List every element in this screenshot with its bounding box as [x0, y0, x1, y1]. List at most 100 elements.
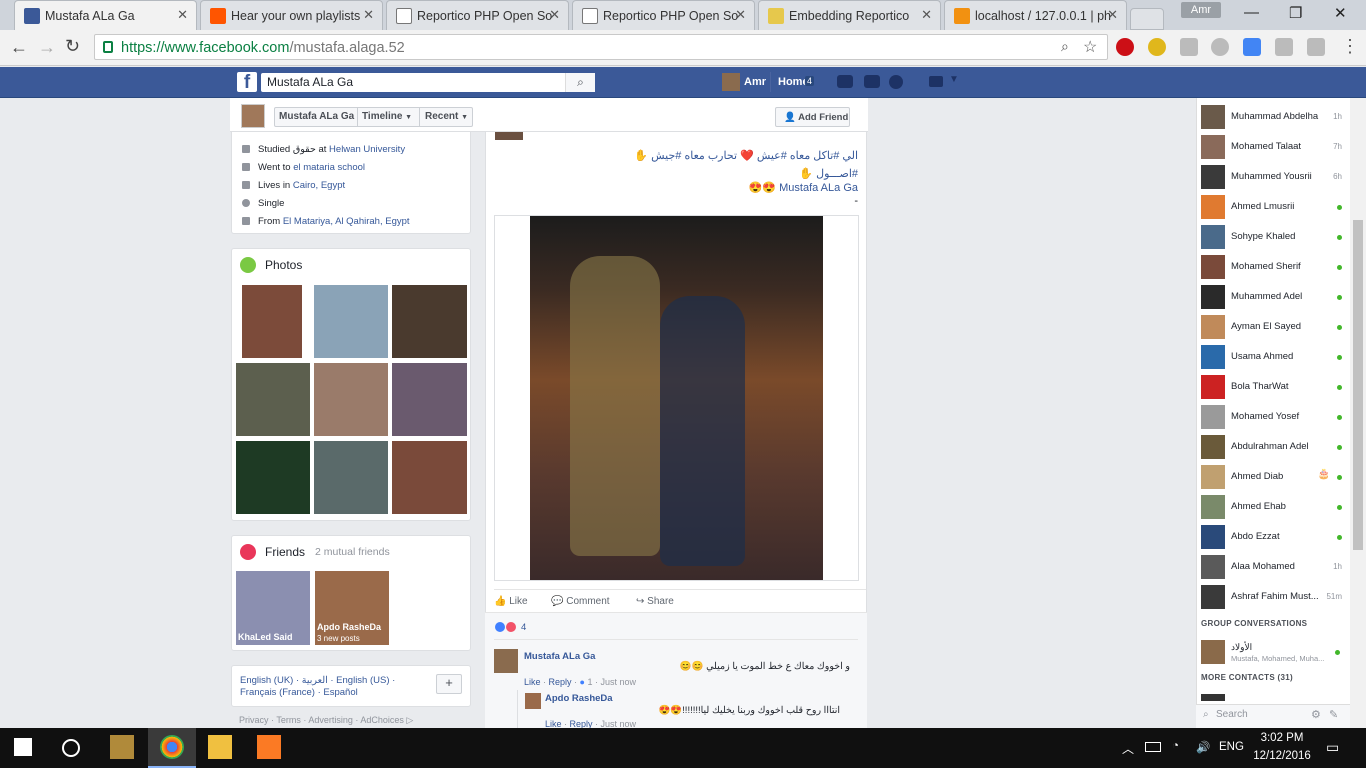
reader-icon[interactable]	[1275, 38, 1293, 56]
close-tab-icon[interactable]: ✕	[549, 7, 560, 23]
search-icon[interactable]: ⌕	[565, 73, 595, 92]
translate-icon[interactable]	[1243, 38, 1261, 56]
extension-icon[interactable]	[1148, 38, 1166, 56]
share-button[interactable]: ↪ Share	[636, 596, 674, 607]
add-friend-button[interactable]: 👤 Add Friend	[775, 107, 850, 127]
new-tab-button[interactable]	[1130, 8, 1164, 30]
language-links[interactable]: English (UK) · العربية · English (US) ·	[240, 675, 395, 686]
home-link[interactable]: Home	[778, 76, 809, 88]
zoom-search-icon[interactable]: ⌕	[1061, 38, 1069, 55]
comment-time[interactable]: Just now	[601, 677, 637, 687]
address-bar[interactable]: https://www.facebook.com/mustafa.alaga.5…	[94, 34, 1108, 60]
mutual-friends-count[interactable]: 2 mutual friends	[315, 546, 390, 558]
cortana-icon[interactable]	[62, 739, 80, 757]
chat-contact[interactable]: Alaa Mohamed 1h	[1201, 555, 1350, 583]
tray-chevron-icon[interactable]: ︿	[1122, 740, 1134, 757]
avatar[interactable]	[722, 73, 740, 91]
friend-name[interactable]: Apdo RasheDa	[317, 622, 381, 632]
windows-start-icon[interactable]	[14, 738, 32, 756]
skype-icon[interactable]	[1211, 38, 1229, 56]
volume-icon[interactable]: 🔊	[1196, 740, 1210, 754]
tab-facebook[interactable]: Mustafa ALa Ga ✕	[14, 0, 197, 30]
school-link[interactable]: el mataria school	[293, 162, 365, 173]
maximize-icon[interactable]: ❐	[1289, 4, 1302, 22]
close-tab-icon[interactable]: ✕	[1107, 7, 1118, 23]
city-link[interactable]: Cairo, Egypt	[293, 180, 345, 191]
minimize-icon[interactable]: —	[1244, 4, 1259, 21]
tab-phpmyadmin[interactable]: localhost / 127.0.0.1 | ph ✕	[944, 0, 1127, 30]
chat-contact[interactable]: Mohamed Sherif	[1201, 255, 1350, 283]
photo-thumbnail[interactable]	[391, 362, 468, 437]
camera-icon[interactable]	[1307, 38, 1325, 56]
post-mention[interactable]: Mustafa ALa Ga 😍😍	[749, 182, 858, 194]
photos-title[interactable]: Photos	[265, 258, 302, 272]
photo-thumbnail[interactable]	[235, 362, 311, 437]
page-scrollbar[interactable]	[1350, 98, 1366, 728]
profile-thumbnail[interactable]	[241, 104, 265, 128]
language-indicator[interactable]: ENG	[1219, 741, 1244, 753]
photo-thumbnail[interactable]	[241, 284, 303, 359]
chat-contact[interactable]: Ahmed Lmusrii	[1201, 195, 1350, 223]
post-author-avatar[interactable]	[495, 132, 523, 140]
chat-contact[interactable]: Ahmed Ehab	[1201, 495, 1350, 523]
close-tab-icon[interactable]: ✕	[363, 7, 374, 23]
chat-contact[interactable]: Ashraf Fahim Must... 51m	[1201, 585, 1350, 613]
close-tab-icon[interactable]: ✕	[735, 7, 746, 23]
reply-avatar[interactable]	[525, 693, 541, 709]
extension-icon[interactable]	[1180, 38, 1198, 56]
compose-icon[interactable]: ✎	[1329, 708, 1338, 721]
friend-tile[interactable]: Apdo RasheDa 3 new posts	[315, 571, 389, 645]
forward-icon[interactable]: →	[38, 37, 56, 58]
chat-contact[interactable]: Ahmed Diab 🎂	[1201, 465, 1350, 493]
tab-reportico-1[interactable]: Reportico PHP Open So ✕	[386, 0, 569, 30]
chat-contact[interactable]: Mohamed Talaat 7h	[1201, 135, 1350, 163]
chat-contact[interactable]: Mohamed Yosef	[1201, 405, 1350, 433]
clock-date[interactable]: 12/12/2016	[1250, 750, 1314, 762]
privacy-shortcuts-icon[interactable]	[929, 76, 943, 87]
gear-icon[interactable]: ⚙	[1311, 708, 1321, 721]
clock-time[interactable]: 3:02 PM	[1258, 732, 1306, 744]
comment-like-count[interactable]: 1	[587, 677, 592, 687]
friends-title[interactable]: Friends	[265, 545, 305, 559]
scrollbar-thumb[interactable]	[1353, 220, 1363, 550]
like-button[interactable]: 👍 Like	[494, 596, 528, 607]
file-explorer-icon[interactable]	[208, 735, 232, 759]
account-menu-icon[interactable]: ▼	[949, 74, 959, 85]
friend-tile[interactable]: KhaLed Said	[236, 571, 310, 645]
facebook-search-input[interactable]: Mustafa ALa Ga	[261, 73, 595, 92]
photo-thumbnail[interactable]	[235, 440, 311, 515]
chat-contact[interactable]: Bola TharWat	[1201, 375, 1350, 403]
notifications-icon[interactable]	[889, 75, 903, 89]
profile-name-tab[interactable]: Mustafa ALa Ga	[279, 111, 354, 122]
timeline-tab[interactable]: Timeline ▼	[362, 111, 412, 122]
footer-links[interactable]: Privacy · Terms · Advertising · AdChoice…	[239, 715, 413, 726]
close-window-icon[interactable]: ✕	[1334, 4, 1347, 22]
header-user-name[interactable]: Amr	[744, 76, 766, 88]
battery-icon[interactable]	[1145, 742, 1161, 752]
opera-extension-icon[interactable]	[1116, 38, 1134, 56]
comment-avatar[interactable]	[494, 649, 518, 673]
post-hashtag[interactable]: #اصـــول ✋	[799, 168, 858, 180]
wifi-icon[interactable]: ◔	[1172, 740, 1179, 752]
back-icon[interactable]: ←	[10, 37, 28, 58]
hometown-link[interactable]: El Matariya, Al Qahirah, Egypt	[283, 216, 410, 227]
photo-thumbnail[interactable]	[391, 440, 468, 515]
chat-contact[interactable]: Muhammed Adel	[1201, 285, 1350, 313]
close-tab-icon[interactable]: ✕	[177, 7, 188, 23]
chat-contact[interactable]: Abdo Ezzat	[1201, 525, 1350, 553]
chrome-profile-badge[interactable]: Amr	[1181, 2, 1221, 18]
chat-contact[interactable]: Abdulrahman Adel	[1201, 435, 1350, 463]
chat-contact[interactable]: Usama Ahmed	[1201, 345, 1350, 373]
chrome-icon[interactable]	[160, 735, 184, 759]
chat-contact[interactable]: Muhammed Yousrii 6h	[1201, 165, 1350, 193]
university-link[interactable]: Helwan University	[329, 144, 405, 155]
post-text-line-1[interactable]: الي #تاكل معاه #عيش ❤️ تحارب معاه #جيش ✋	[634, 150, 858, 162]
close-tab-icon[interactable]: ✕	[921, 7, 932, 23]
language-links[interactable]: Français (France) · Español	[240, 687, 358, 698]
sublime-text-icon[interactable]	[110, 735, 134, 759]
menu-icon[interactable]: ⋮	[1341, 36, 1359, 57]
comment-button[interactable]: 💬 Comment	[551, 596, 610, 607]
add-language-button[interactable]: +	[436, 674, 462, 694]
contact-avatar[interactable]	[1201, 694, 1225, 701]
xampp-icon[interactable]	[257, 735, 281, 759]
